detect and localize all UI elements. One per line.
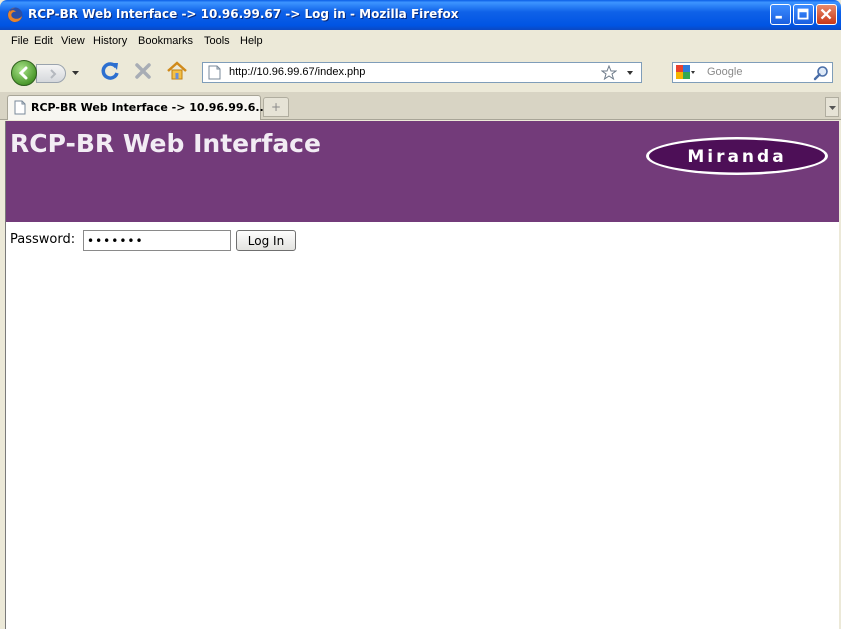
- minimize-button[interactable]: [770, 4, 791, 25]
- title-bar[interactable]: RCP-BR Web Interface -> 10.96.99.67 -> L…: [0, 0, 841, 30]
- tab-active[interactable]: RCP-BR Web Interface -> 10.96.99.6...: [7, 95, 268, 120]
- menu-bar: File Edit View History Bookmarks Tools H…: [0, 30, 841, 52]
- navigation-toolbar: http://10.96.99.67/index.php Google: [0, 52, 841, 90]
- search-placeholder: Google: [707, 66, 743, 78]
- tab-bar: RCP-BR Web Interface -> 10.96.99.6... +: [0, 92, 841, 120]
- maximize-icon: [797, 8, 809, 20]
- reload-icon[interactable]: [99, 60, 121, 82]
- home-icon[interactable]: [166, 60, 188, 81]
- forward-button[interactable]: [36, 64, 66, 83]
- menu-file[interactable]: File: [11, 35, 29, 47]
- tab-page-icon: [14, 100, 26, 115]
- tab-list-dropdown-icon: [829, 106, 836, 110]
- menu-tools[interactable]: Tools: [204, 35, 230, 47]
- back-arrow-icon: [18, 66, 28, 80]
- url-dropdown-icon[interactable]: [626, 70, 634, 76]
- firefox-icon: [7, 7, 23, 23]
- minimize-icon: [775, 15, 782, 19]
- menu-view[interactable]: View: [61, 35, 85, 47]
- close-icon: [820, 8, 832, 20]
- close-button[interactable]: [816, 4, 837, 25]
- page-content: RCP-BR Web Interface Miranda Password: L…: [5, 121, 839, 629]
- back-button[interactable]: [11, 60, 37, 86]
- browser-window: RCP-BR Web Interface -> 10.96.99.67 -> L…: [0, 0, 841, 629]
- password-input[interactable]: [83, 230, 231, 251]
- menu-history[interactable]: History: [93, 35, 127, 47]
- tab-title: RCP-BR Web Interface -> 10.96.99.6...: [31, 101, 268, 114]
- new-tab-button[interactable]: +: [263, 97, 289, 117]
- google-engine-icon[interactable]: [676, 65, 696, 80]
- logo-text: Miranda: [687, 147, 786, 167]
- url-text: http://10.96.99.67/index.php: [229, 66, 366, 78]
- menu-help[interactable]: Help: [240, 35, 263, 47]
- password-label: Password:: [10, 232, 76, 247]
- page-title: RCP-BR Web Interface: [10, 129, 321, 158]
- login-button[interactable]: Log In: [236, 230, 296, 251]
- forward-arrow-icon: [50, 69, 57, 79]
- page-banner: RCP-BR Web Interface Miranda: [6, 121, 839, 222]
- search-bar[interactable]: Google: [672, 62, 833, 83]
- page-icon: [208, 65, 221, 80]
- miranda-logo: Miranda: [646, 137, 828, 175]
- maximize-button[interactable]: [793, 4, 814, 25]
- menu-edit[interactable]: Edit: [34, 35, 53, 47]
- tab-list-button[interactable]: [825, 97, 839, 117]
- search-icon[interactable]: [813, 65, 829, 81]
- history-dropdown-icon[interactable]: [71, 68, 80, 77]
- url-bar[interactable]: http://10.96.99.67/index.php: [202, 62, 642, 83]
- menu-bookmarks[interactable]: Bookmarks: [138, 35, 193, 47]
- window-title: RCP-BR Web Interface -> 10.96.99.67 -> L…: [28, 7, 459, 21]
- bookmark-star-icon[interactable]: [601, 65, 617, 80]
- stop-icon[interactable]: [133, 61, 153, 81]
